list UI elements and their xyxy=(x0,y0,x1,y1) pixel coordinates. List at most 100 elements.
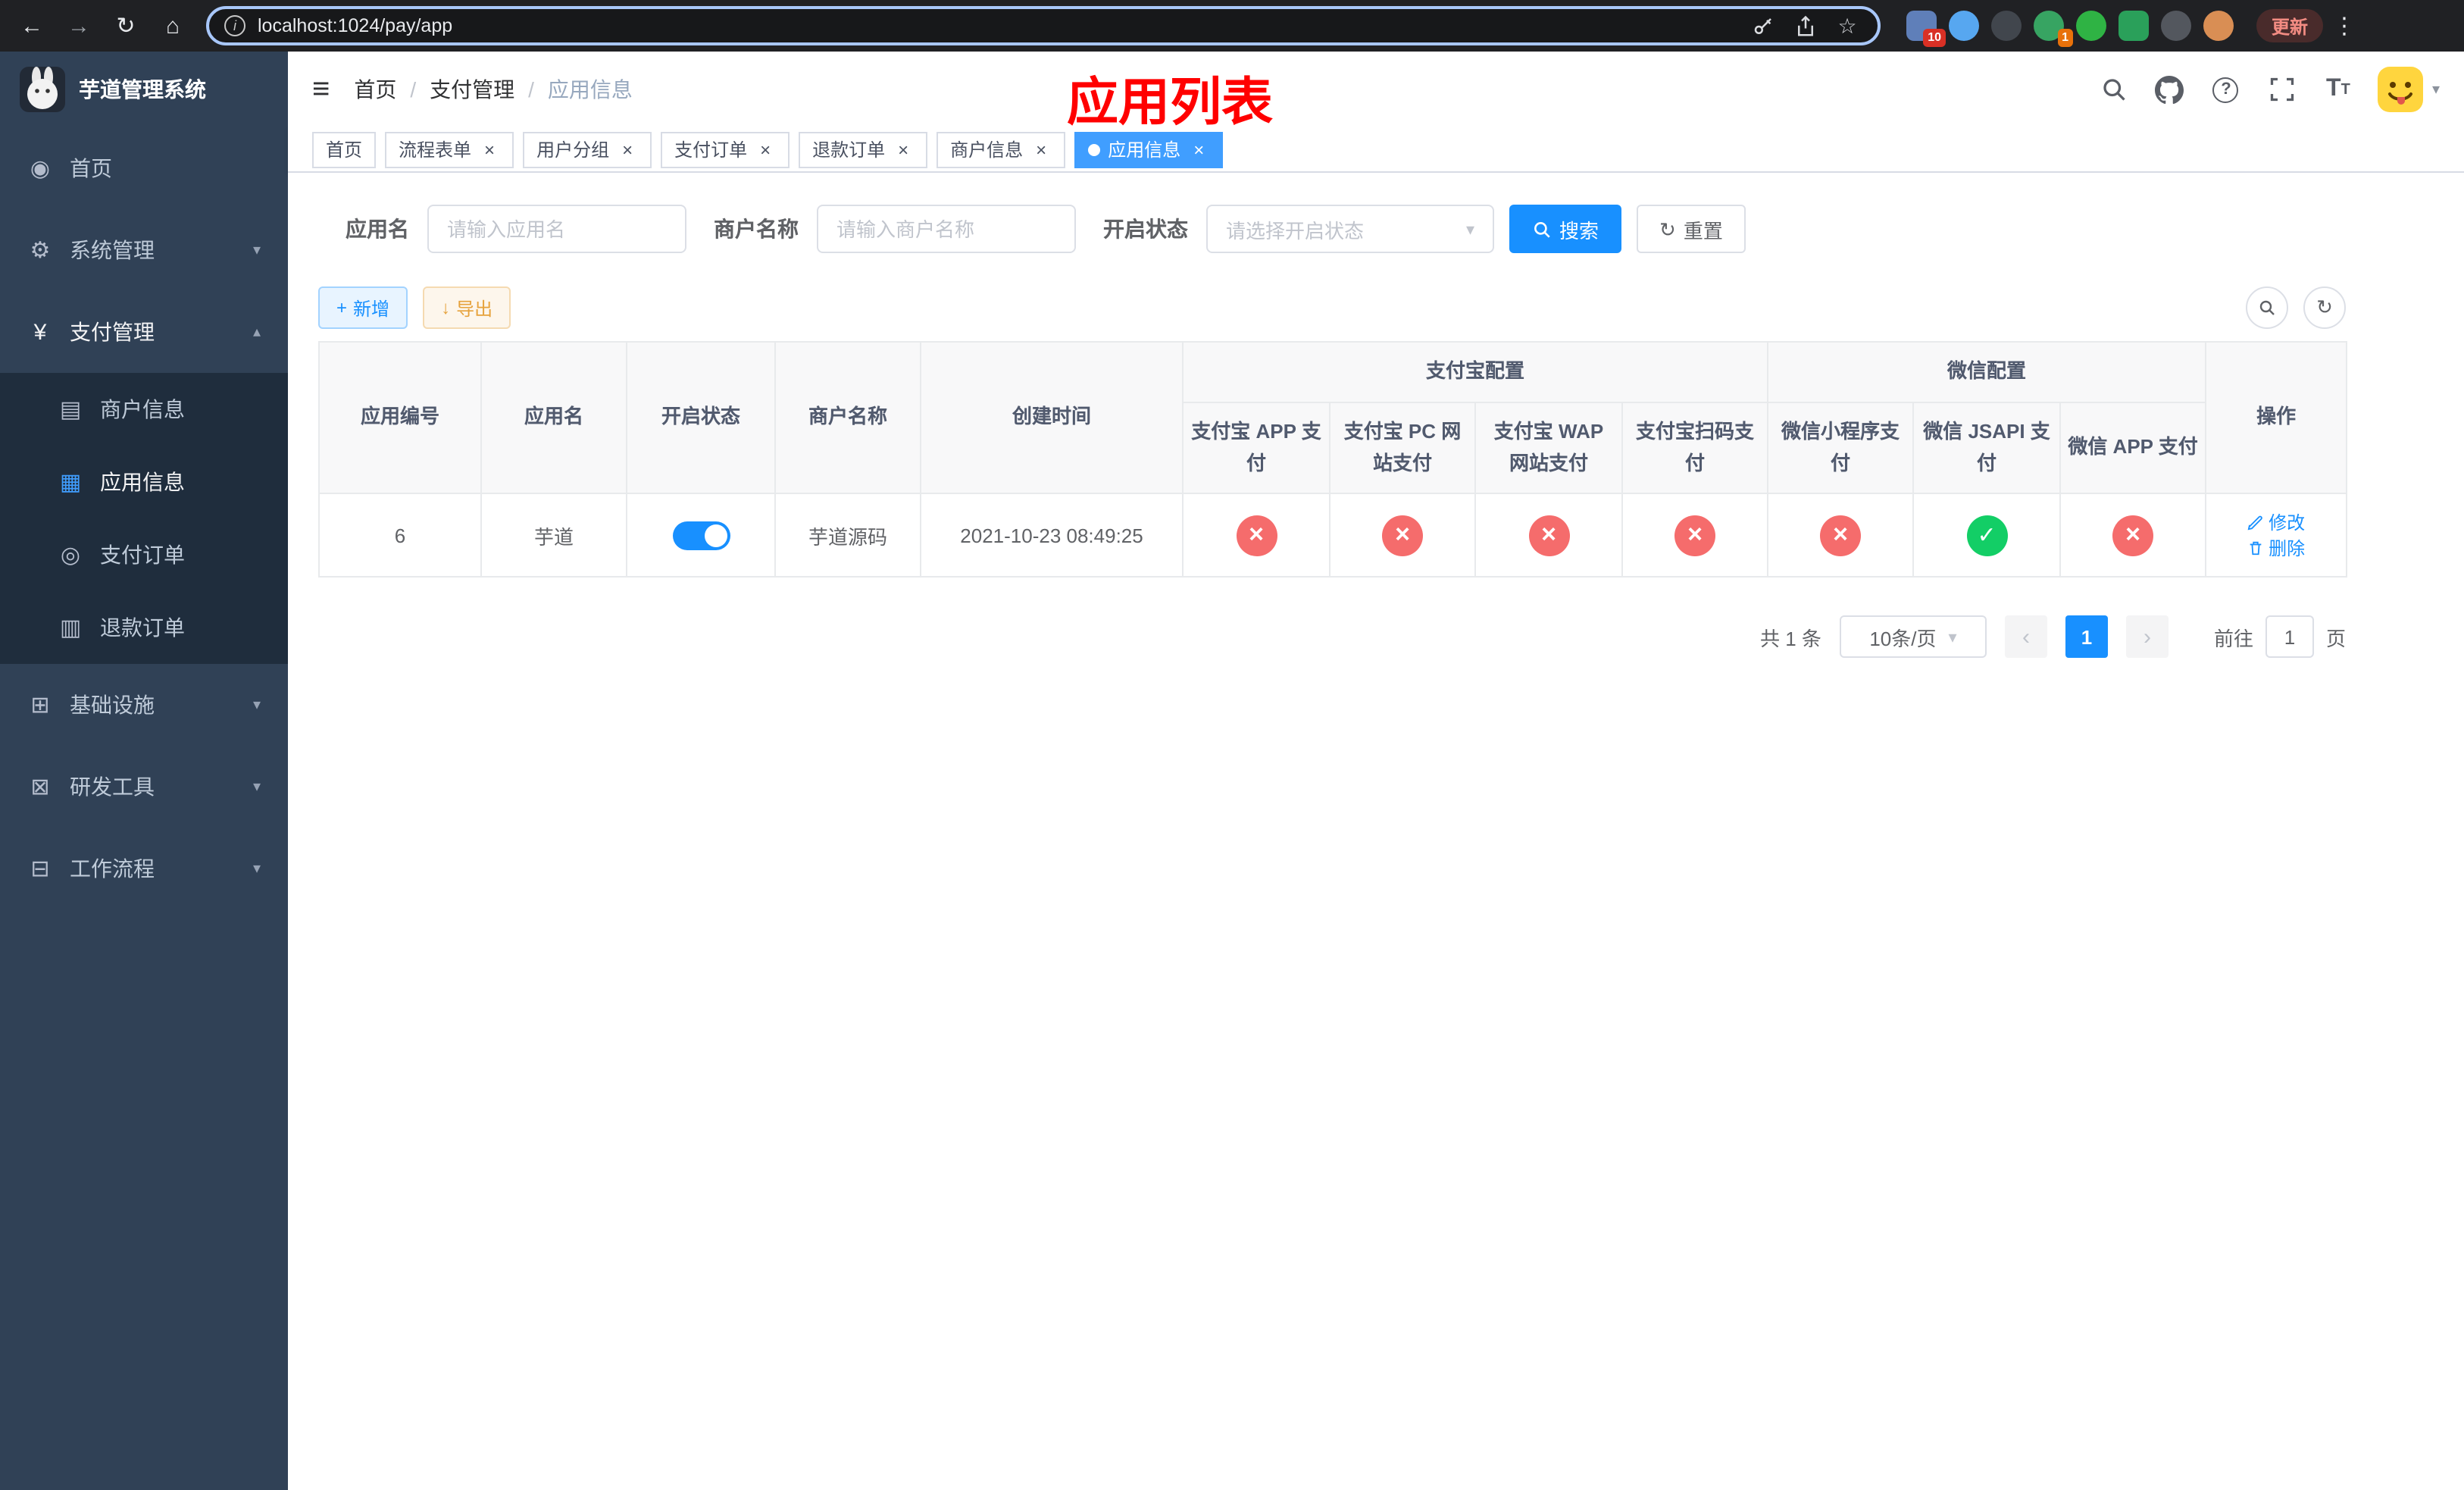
browser-extension-icon[interactable] xyxy=(1991,11,2022,41)
alipay-wap-status-icon xyxy=(1528,515,1569,556)
password-key-icon[interactable] xyxy=(1747,11,1778,41)
tab-merchant-info[interactable]: 商户信息 × xyxy=(937,131,1066,167)
close-icon[interactable]: × xyxy=(1030,139,1052,160)
goto-page-input[interactable] xyxy=(2265,615,2314,659)
enable-toggle[interactable] xyxy=(672,521,730,550)
user-menu[interactable]: ▾ xyxy=(2377,67,2440,112)
tab-refund-orders[interactable]: 退款订单 × xyxy=(799,131,928,167)
browser-reload-button[interactable]: ↻ xyxy=(106,6,145,45)
address-bar[interactable]: i localhost:1024/pay/app ☆ xyxy=(206,6,1881,45)
site-info-icon[interactable]: i xyxy=(224,15,245,36)
tab-app-info[interactable]: 应用信息 × xyxy=(1074,131,1224,167)
workflow-icon: ⊟ xyxy=(30,856,50,882)
browser-extension-icon[interactable] xyxy=(2118,11,2149,41)
tab-pay-orders[interactable]: 支付订单 × xyxy=(661,131,790,167)
extension-badge: 1 xyxy=(2057,29,2073,47)
sidebar-item-dev-tools[interactable]: ⊠ 研发工具 ▾ xyxy=(0,746,288,828)
sidebar-item-infrastructure[interactable]: ⊞ 基础设施 ▾ xyxy=(0,664,288,746)
col-merchant: 商户名称 xyxy=(774,340,921,495)
sidebar-item-system[interactable]: ⚙ 系统管理 ▾ xyxy=(0,209,288,291)
cell-actions: 修改 删除 xyxy=(2205,493,2348,578)
browser-extension-icon[interactable]: 1 xyxy=(2034,11,2073,47)
help-icon[interactable]: ? xyxy=(2209,73,2243,106)
cell-created: 2021-10-23 08:49:25 xyxy=(920,493,1184,578)
logo-avatar xyxy=(20,67,65,112)
download-icon: ↓ xyxy=(441,297,451,318)
cell-status xyxy=(626,493,776,578)
col-wechat-app: 微信 APP 支付 xyxy=(2059,401,2207,495)
sidebar-item-home[interactable]: ◉ 首页 xyxy=(0,127,288,209)
refresh-icon: ↻ xyxy=(1659,218,1676,240)
col-wechat-mini: 微信小程序支付 xyxy=(1767,401,1915,495)
order-icon: ◎ xyxy=(60,543,81,568)
browser-extension-icon[interactable] xyxy=(2076,11,2106,41)
status-select[interactable]: 请选择开启状态 ▾ xyxy=(1206,205,1494,253)
fullscreen-icon[interactable] xyxy=(2265,73,2299,106)
browser-profile-avatar[interactable] xyxy=(2203,11,2234,41)
sidebar-item-workflow[interactable]: ⊟ 工作流程 ▾ xyxy=(0,828,288,909)
browser-home-button[interactable]: ⌂ xyxy=(153,6,192,45)
font-size-icon[interactable]: TT xyxy=(2322,73,2355,106)
page-size-select[interactable]: 10条/页 ▾ xyxy=(1839,615,1987,659)
url-text[interactable]: localhost:1024/pay/app xyxy=(258,15,1735,36)
reset-button[interactable]: ↻ 重置 xyxy=(1637,205,1746,253)
next-page-button[interactable]: › xyxy=(2125,615,2169,659)
sidebar-item-app-info[interactable]: ▦ 应用信息 xyxy=(0,446,288,518)
close-icon[interactable]: × xyxy=(479,139,500,160)
page-number-button[interactable]: 1 xyxy=(2065,615,2108,659)
tab-process-form[interactable]: 流程表单 × xyxy=(385,131,514,167)
page-unit-label: 页 xyxy=(2325,627,2346,650)
sidebar-item-payment[interactable]: ¥ 支付管理 ▴ xyxy=(0,291,288,373)
search-icon[interactable] xyxy=(2097,73,2131,106)
browser-extension-icon[interactable] xyxy=(2161,11,2191,41)
bookmark-star-icon[interactable]: ☆ xyxy=(1832,11,1862,41)
browser-menu-icon[interactable]: ⋮ xyxy=(2331,12,2358,39)
app-name-input[interactable] xyxy=(427,205,686,253)
goto-label: 前往 xyxy=(2213,627,2253,650)
close-icon[interactable]: × xyxy=(617,139,638,160)
wechat-jsapi-status-icon xyxy=(1966,515,2008,556)
add-button[interactable]: + 新增 xyxy=(318,286,408,329)
edit-button[interactable]: 修改 xyxy=(2247,510,2305,536)
export-button[interactable]: ↓ 导出 xyxy=(423,286,511,329)
browser-extension-icon[interactable]: 10 xyxy=(1906,11,1946,47)
refresh-table-button[interactable]: ↻ xyxy=(2303,286,2346,329)
browser-update-button[interactable]: 更新 xyxy=(2256,9,2324,42)
close-icon[interactable]: × xyxy=(893,139,914,160)
alipay-pc-status-icon xyxy=(1382,515,1423,556)
browser-extension-icon[interactable] xyxy=(1949,11,1979,41)
github-icon[interactable] xyxy=(2153,73,2187,106)
chevron-down-icon: ▾ xyxy=(1465,221,1474,239)
browser-forward-button[interactable]: → xyxy=(59,6,98,45)
sidebar-item-pay-orders[interactable]: ◎ 支付订单 xyxy=(0,518,288,591)
chevron-down-icon: ▾ xyxy=(252,696,261,713)
toggle-search-button[interactable] xyxy=(2246,286,2288,329)
breadcrumb-payment[interactable]: 支付管理 xyxy=(430,74,514,105)
browser-back-button[interactable]: ← xyxy=(12,6,52,45)
sidebar-logo[interactable]: 芋道管理系统 xyxy=(0,52,288,127)
sidebar-toggle-icon[interactable]: ≡ xyxy=(312,74,330,105)
tab-user-group[interactable]: 用户分组 × xyxy=(523,131,652,167)
tab-home[interactable]: 首页 xyxy=(312,131,377,167)
prev-page-button[interactable]: ‹ xyxy=(2004,615,2047,659)
alipay-qr-status-icon xyxy=(1674,515,1715,556)
table-toolbar: + 新增 ↓ 导出 ↻ xyxy=(318,286,2346,329)
breadcrumb-home[interactable]: 首页 xyxy=(354,74,396,105)
chevron-down-icon: ▾ xyxy=(252,778,261,795)
extension-badge: 10 xyxy=(1923,29,1946,47)
col-alipay-wap: 支付宝 WAP 网站支付 xyxy=(1474,401,1623,495)
sidebar-item-refund-orders[interactable]: ▥ 退款订单 xyxy=(0,591,288,664)
sidebar-item-merchant-info[interactable]: ▤ 商户信息 xyxy=(0,373,288,446)
close-icon[interactable]: × xyxy=(755,139,776,160)
tabs-bar: 首页 流程表单 × 用户分组 × 支付订单 × 退款订单 × 商户信息 × 应用… xyxy=(288,127,2464,173)
app-title: 芋道管理系统 xyxy=(79,77,206,102)
share-icon[interactable] xyxy=(1790,11,1820,41)
pagination: 共 1 条 10条/页 ▾ ‹ 1 › 前往 页 xyxy=(318,615,2346,659)
search-button[interactable]: 搜索 xyxy=(1509,205,1622,253)
col-created: 创建时间 xyxy=(920,340,1184,495)
close-icon[interactable]: × xyxy=(1188,139,1209,160)
delete-button[interactable]: 删除 xyxy=(2247,536,2305,562)
col-group-alipay: 支付宝配置 xyxy=(1181,341,1769,403)
merchant-name-input[interactable] xyxy=(817,205,1076,253)
gear-icon: ⚙ xyxy=(30,238,51,264)
